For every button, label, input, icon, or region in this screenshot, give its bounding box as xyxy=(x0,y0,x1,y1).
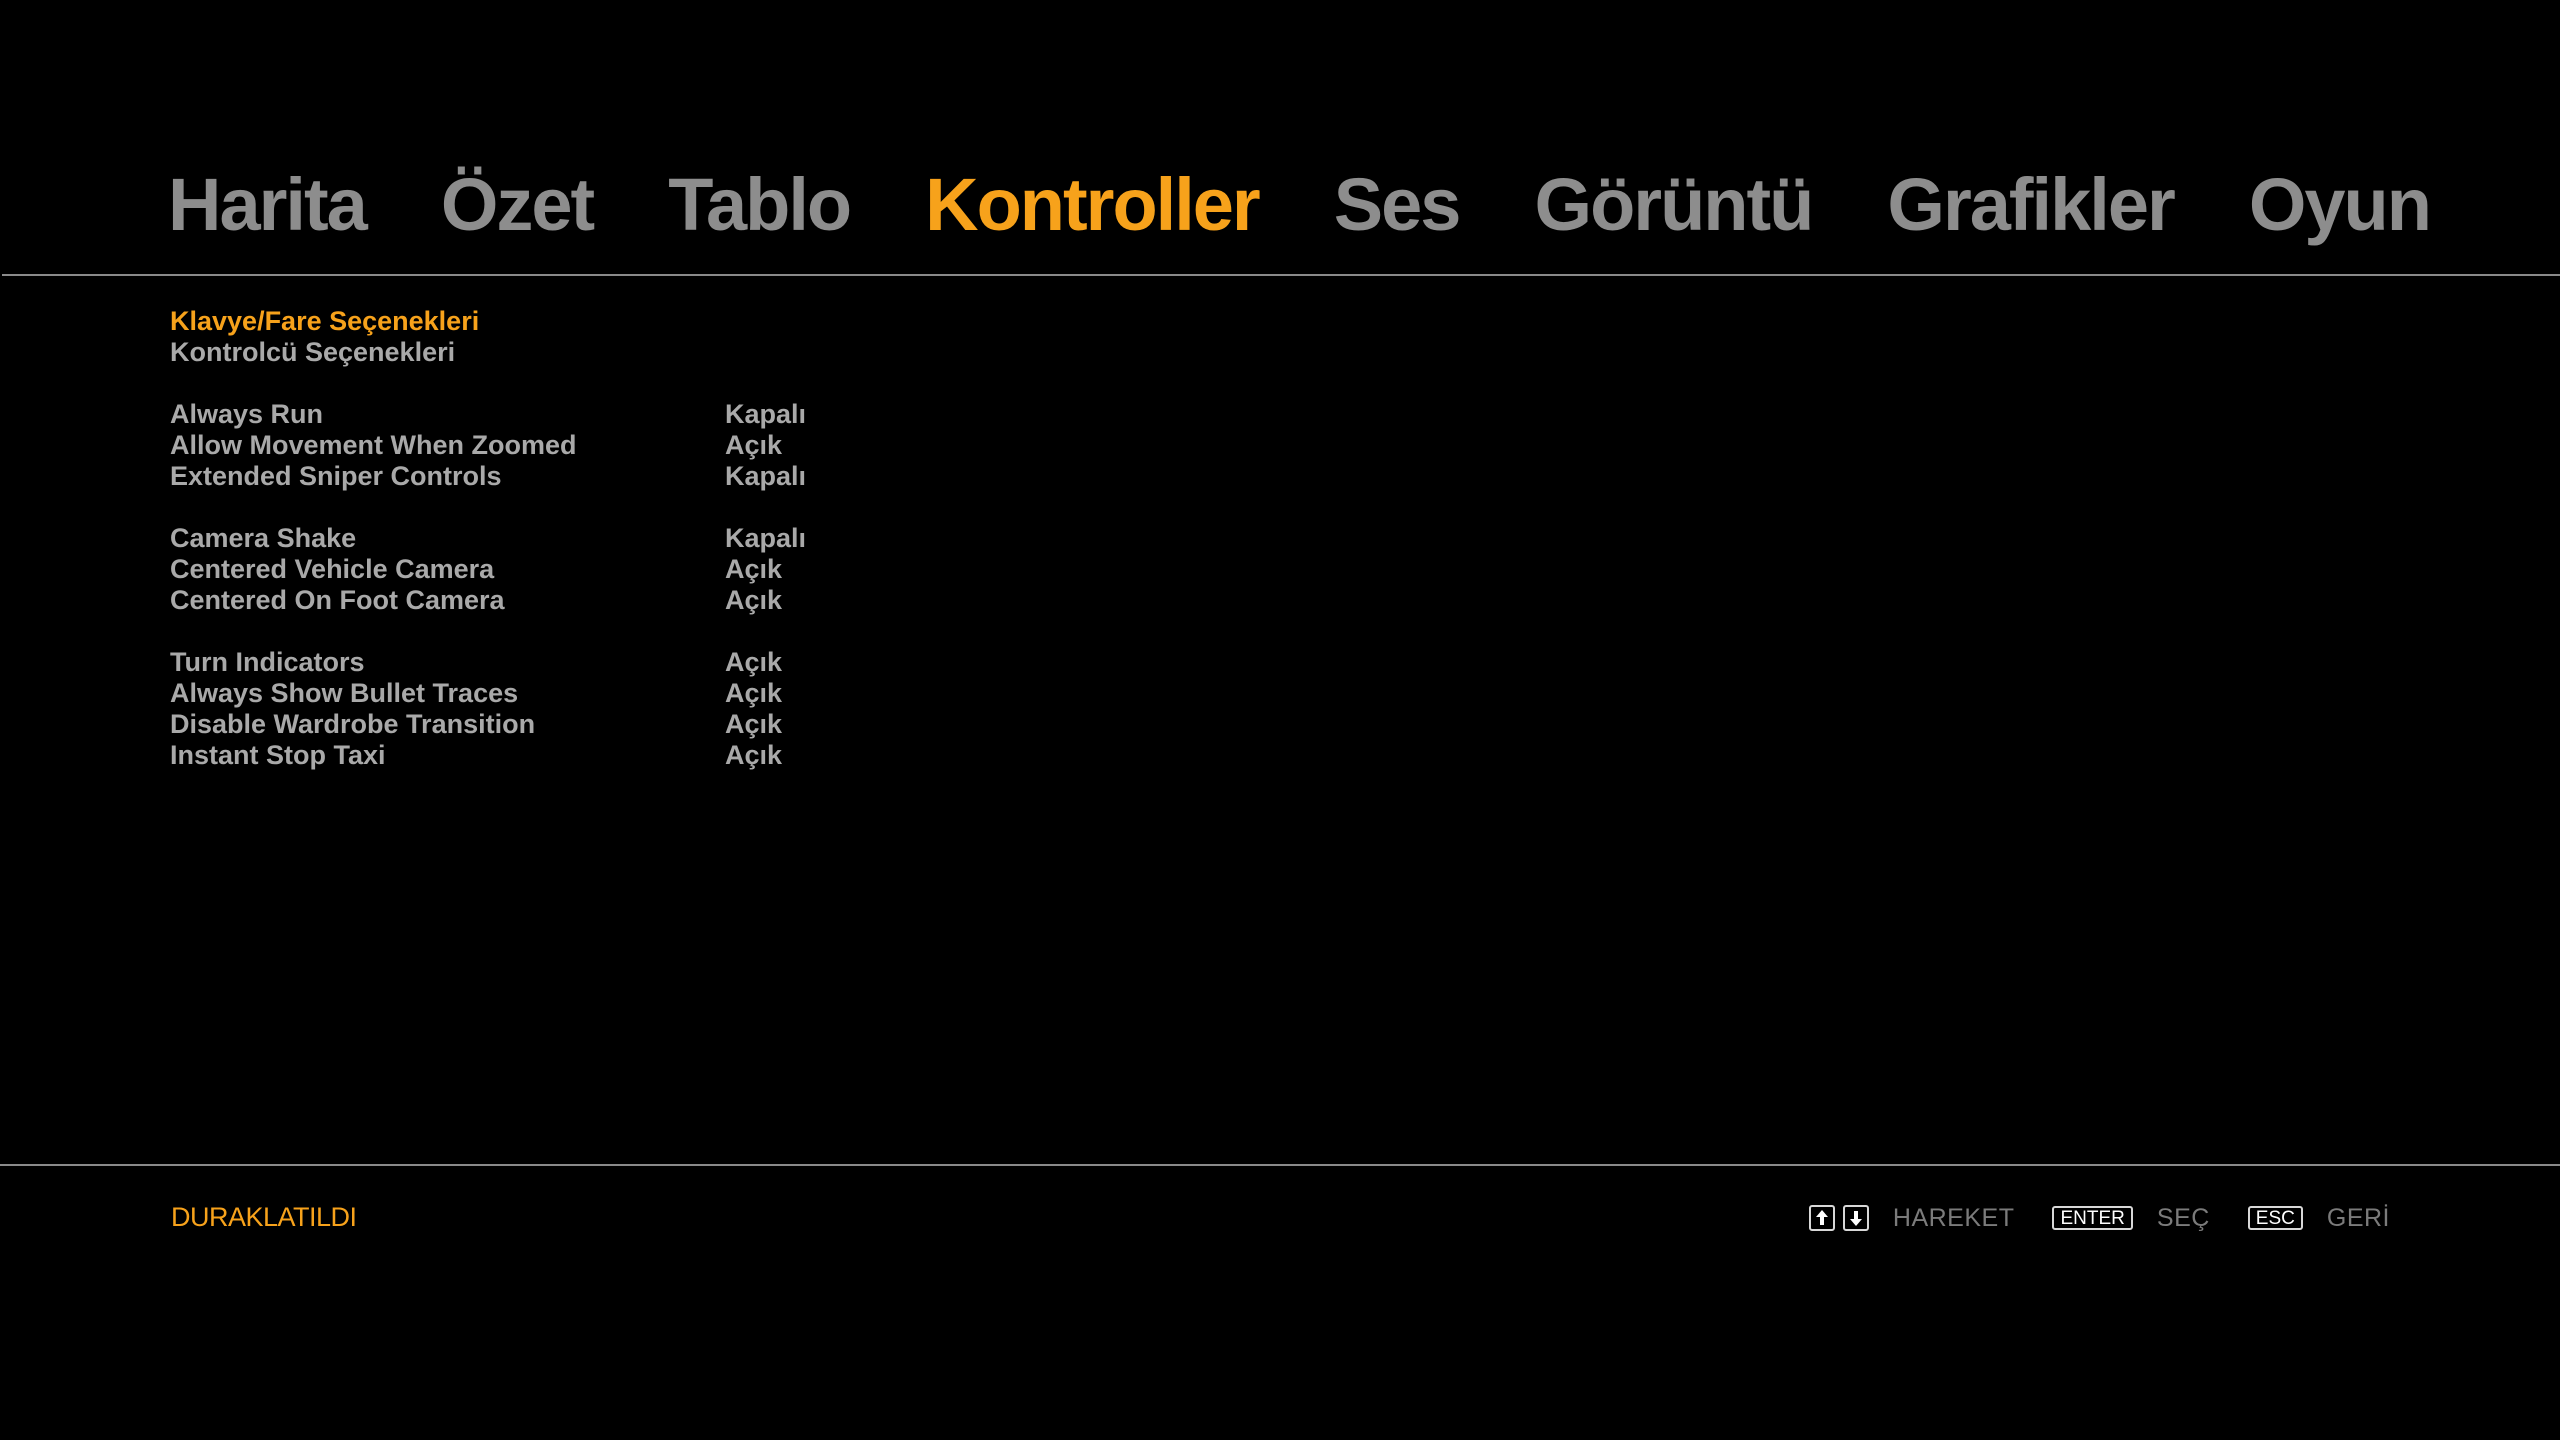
tab-ozet[interactable]: Özet xyxy=(441,168,595,242)
options-group-camera: Camera Shake Kapalı Centered Vehicle Cam… xyxy=(170,523,870,616)
option-extended-sniper-controls[interactable]: Extended Sniper Controls Kapalı xyxy=(170,461,870,492)
hint-back-label: GERİ xyxy=(2326,1203,2390,1232)
arrow-down-icon xyxy=(1842,1205,1869,1231)
option-always-run[interactable]: Always Run Kapalı xyxy=(170,399,870,430)
paused-status: DURAKLATILDI xyxy=(171,1202,357,1232)
option-value[interactable]: Açık xyxy=(725,430,782,461)
controls-submenu: Klavye/Fare Seçenekleri Kontrolcü Seçene… xyxy=(170,306,479,368)
option-label: Allow Movement When Zoomed xyxy=(170,430,577,460)
option-allow-movement-when-zoomed[interactable]: Allow Movement When Zoomed Açık xyxy=(170,430,870,461)
option-value[interactable]: Kapalı xyxy=(725,523,806,554)
option-label: Always Run xyxy=(170,399,324,429)
submenu-controller-options[interactable]: Kontrolcü Seçenekleri xyxy=(170,337,479,368)
tab-kontroller[interactable]: Kontroller xyxy=(925,168,1261,242)
option-label: Extended Sniper Controls xyxy=(170,461,502,491)
option-camera-shake[interactable]: Camera Shake Kapalı xyxy=(170,523,870,554)
option-always-show-bullet-traces[interactable]: Always Show Bullet Traces Açık xyxy=(170,678,870,709)
tab-grafikler[interactable]: Grafikler xyxy=(1887,168,2175,242)
option-value[interactable]: Açık xyxy=(725,678,782,709)
top-divider xyxy=(2,274,2560,276)
hint-select-label: SEÇ xyxy=(2156,1203,2210,1232)
esc-key-icon: ESC xyxy=(2247,1206,2303,1230)
option-disable-wardrobe-transition[interactable]: Disable Wardrobe Transition Açık xyxy=(170,709,870,740)
option-label: Always Show Bullet Traces xyxy=(170,678,519,708)
option-value[interactable]: Açık xyxy=(725,647,782,678)
option-label: Camera Shake xyxy=(170,523,357,553)
option-centered-vehicle-camera[interactable]: Centered Vehicle Camera Açık xyxy=(170,554,870,585)
options-list: Always Run Kapalı Allow Movement When Zo… xyxy=(170,399,870,802)
option-label: Disable Wardrobe Transition xyxy=(170,709,536,739)
option-value[interactable]: Kapalı xyxy=(725,461,806,492)
pause-menu-screen: Harita Özet Tablo Kontroller Ses Görüntü… xyxy=(0,0,2560,1440)
menu-tabs: Harita Özet Tablo Kontroller Ses Görüntü… xyxy=(168,155,2432,255)
submenu-keyboard-mouse-options[interactable]: Klavye/Fare Seçenekleri xyxy=(170,306,479,337)
enter-key-icon: ENTER xyxy=(2052,1206,2133,1230)
tab-goruntu[interactable]: Görüntü xyxy=(1535,168,1815,242)
control-hints: HAREKET ENTER SEÇ ESC GERİ xyxy=(1808,1198,2390,1238)
bottom-divider xyxy=(0,1164,2560,1166)
hint-back[interactable]: ESC GERİ xyxy=(2247,1203,2390,1233)
tab-ses[interactable]: Ses xyxy=(1334,168,1462,242)
hint-select[interactable]: ENTER SEÇ xyxy=(2052,1204,2247,1233)
hint-move[interactable]: HAREKET xyxy=(1808,1203,2053,1233)
options-group-misc: Turn Indicators Açık Always Show Bullet … xyxy=(170,647,870,771)
option-instant-stop-taxi[interactable]: Instant Stop Taxi Açık xyxy=(170,740,870,771)
option-label: Turn Indicators xyxy=(170,647,365,677)
option-value[interactable]: Açık xyxy=(725,740,782,771)
option-value[interactable]: Açık xyxy=(725,554,782,585)
option-value[interactable]: Açık xyxy=(725,585,782,616)
tab-harita[interactable]: Harita xyxy=(168,168,368,242)
tab-tablo[interactable]: Tablo xyxy=(668,168,852,242)
option-label: Centered On Foot Camera xyxy=(170,585,505,615)
hint-move-label: HAREKET xyxy=(1892,1203,2015,1232)
arrow-up-icon xyxy=(1808,1205,1835,1231)
option-centered-on-foot-camera[interactable]: Centered On Foot Camera Açık xyxy=(170,585,870,616)
option-label: Instant Stop Taxi xyxy=(170,740,386,770)
option-value[interactable]: Açık xyxy=(725,709,782,740)
tab-oyun[interactable]: Oyun xyxy=(2249,168,2432,242)
option-turn-indicators[interactable]: Turn Indicators Açık xyxy=(170,647,870,678)
option-value[interactable]: Kapalı xyxy=(725,399,806,430)
option-label: Centered Vehicle Camera xyxy=(170,554,495,584)
options-group-movement: Always Run Kapalı Allow Movement When Zo… xyxy=(170,399,870,492)
